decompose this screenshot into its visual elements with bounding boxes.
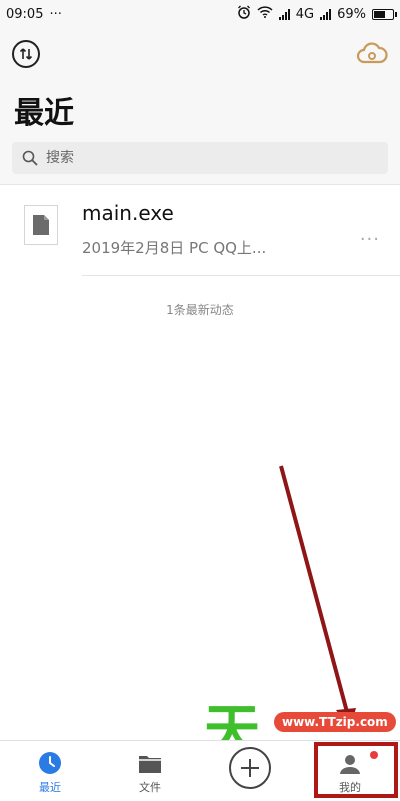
- cloud-icon: [356, 42, 388, 64]
- battery-fill: [374, 10, 386, 18]
- file-icon: [24, 205, 58, 245]
- cloud-sync-button[interactable]: [356, 40, 388, 68]
- bottom-nav: 最近 文件 我的: [0, 740, 400, 801]
- alarm-icon: [237, 5, 251, 23]
- file-name: main.exe: [82, 201, 174, 225]
- more-options-button[interactable]: ···: [360, 229, 380, 250]
- profile-icon: [340, 755, 360, 774]
- tab-recent[interactable]: 最近: [0, 741, 100, 801]
- notification-dot: [370, 751, 378, 759]
- sort-toggle-button[interactable]: [12, 40, 40, 68]
- page-title: 最近: [14, 96, 74, 131]
- tab-files[interactable]: 文件: [100, 741, 200, 801]
- status-time: 09:05: [6, 6, 44, 22]
- signal-icon-2: [320, 8, 332, 20]
- divider: [82, 275, 400, 276]
- signal-icon: [278, 8, 290, 20]
- tab-add[interactable]: [200, 741, 300, 801]
- status-more-dots: ···: [49, 6, 62, 22]
- search-icon: [22, 150, 38, 166]
- tab-mine-label: 我的: [339, 781, 361, 794]
- status-bar: 09:05 ··· 4G 69%: [0, 0, 400, 28]
- battery-percent: 69%: [337, 6, 366, 22]
- tab-files-label: 文件: [139, 781, 161, 794]
- recent-list: main.exe 2019年2月8日 PC QQ上... ··· 1条最新动态: [0, 184, 400, 741]
- tab-mine[interactable]: 我的: [300, 741, 400, 801]
- folder-icon: [139, 756, 161, 773]
- battery-icon: [372, 8, 397, 20]
- recent-summary: 1条最新动态: [166, 303, 234, 317]
- plus-icon: [241, 759, 259, 777]
- wifi-icon: [257, 6, 273, 22]
- file-meta: 2019年2月8日 PC QQ上...: [82, 239, 267, 257]
- add-button[interactable]: [229, 747, 271, 789]
- search-input[interactable]: [44, 149, 368, 167]
- search-bar[interactable]: [12, 142, 388, 174]
- tab-recent-label: 最近: [39, 781, 61, 794]
- clock-icon: [39, 752, 61, 774]
- sort-arrows-icon: [19, 48, 33, 60]
- list-item[interactable]: main.exe 2019年2月8日 PC QQ上... ···: [0, 199, 400, 275]
- network-type: 4G: [295, 6, 315, 22]
